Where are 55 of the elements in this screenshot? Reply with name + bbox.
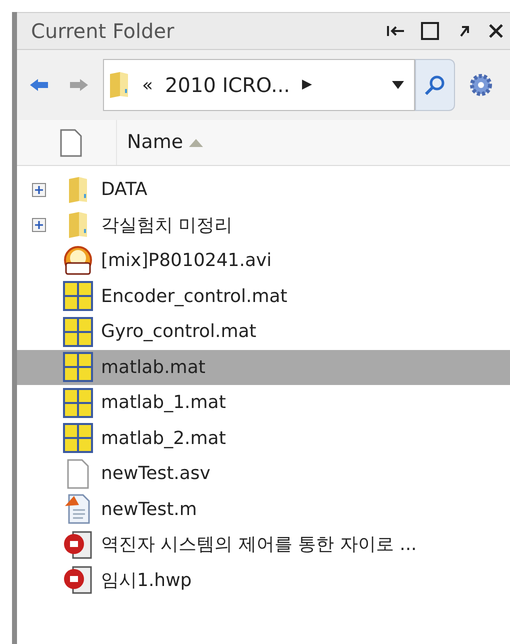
file-row[interactable]: Gyro_control.mat bbox=[17, 314, 510, 350]
file-row[interactable]: Encoder_control.mat bbox=[17, 278, 510, 314]
file-row[interactable]: [mix]P8010241.avi bbox=[17, 243, 510, 278]
file-name: Encoder_control.mat bbox=[101, 284, 288, 309]
expand-icon[interactable] bbox=[32, 182, 46, 197]
file-row[interactable]: matlab.mat bbox=[17, 350, 510, 385]
path-text[interactable]: 2010 ICRO... bbox=[165, 70, 290, 100]
search-icon bbox=[424, 74, 446, 96]
grid-icon bbox=[63, 352, 93, 382]
file-name: 역진자 시스템의 제어를 통한 자이로 ... bbox=[101, 533, 417, 558]
file-name: matlab_2.mat bbox=[101, 426, 226, 451]
path-separator[interactable]: ▶ bbox=[302, 75, 312, 95]
file-row[interactable]: 각실험치 미정리 bbox=[17, 208, 510, 243]
grid-icon bbox=[63, 423, 93, 454]
window-title: Current Folder bbox=[31, 18, 176, 45]
file-row[interactable]: newTest.asv bbox=[17, 456, 510, 492]
back-arrow-icon[interactable] bbox=[29, 78, 49, 92]
expand-icon[interactable] bbox=[32, 218, 46, 232]
file-icon bbox=[60, 128, 82, 156]
grid-icon bbox=[63, 388, 93, 418]
document-icon bbox=[63, 565, 93, 596]
file-row[interactable]: DATA bbox=[17, 172, 510, 208]
close-icon[interactable] bbox=[488, 23, 504, 39]
file-name: DATA bbox=[101, 178, 148, 202]
file-icon bbox=[65, 458, 91, 489]
undock-icon[interactable] bbox=[458, 24, 470, 38]
file-row[interactable]: matlab_2.mat bbox=[17, 420, 510, 456]
script-file-icon bbox=[64, 494, 92, 524]
file-name: newTest.asv bbox=[101, 462, 210, 486]
file-name: [mix]P8010241.avi bbox=[101, 249, 272, 274]
name-column-header[interactable]: Name bbox=[127, 128, 184, 157]
file-name: newTest.m bbox=[101, 498, 197, 522]
search-button[interactable] bbox=[415, 59, 455, 111]
gear-icon[interactable] bbox=[469, 73, 493, 97]
grid-icon bbox=[63, 281, 93, 312]
file-name: Gyro_control.mat bbox=[101, 320, 256, 344]
clock-icon bbox=[63, 246, 93, 276]
minimize-icon[interactable] bbox=[386, 23, 406, 39]
folder-icon bbox=[67, 211, 89, 240]
document-icon bbox=[63, 530, 93, 560]
file-name: matlab_1.mat bbox=[101, 391, 226, 416]
breadcrumb-chevron[interactable]: « bbox=[142, 72, 154, 98]
address-field[interactable]: « 2010 ICRO... ▶ bbox=[103, 59, 415, 111]
maximize-icon[interactable] bbox=[420, 21, 440, 41]
file-name: 각실험치 미정리 bbox=[101, 214, 233, 238]
file-row[interactable]: 임시1.hwp bbox=[17, 562, 510, 598]
folder-icon bbox=[108, 71, 130, 99]
file-row[interactable]: 역진자 시스템의 제어를 통한 자이로 ... bbox=[17, 527, 510, 562]
file-name: 임시1.hwp bbox=[101, 568, 192, 593]
file-row[interactable]: matlab_1.mat bbox=[17, 385, 510, 420]
dropdown-caret-icon[interactable] bbox=[392, 81, 404, 89]
grid-icon bbox=[63, 316, 93, 347]
file-name: matlab.mat bbox=[101, 356, 206, 380]
folder-icon bbox=[67, 176, 89, 204]
file-row[interactable]: newTest.m bbox=[17, 492, 510, 527]
